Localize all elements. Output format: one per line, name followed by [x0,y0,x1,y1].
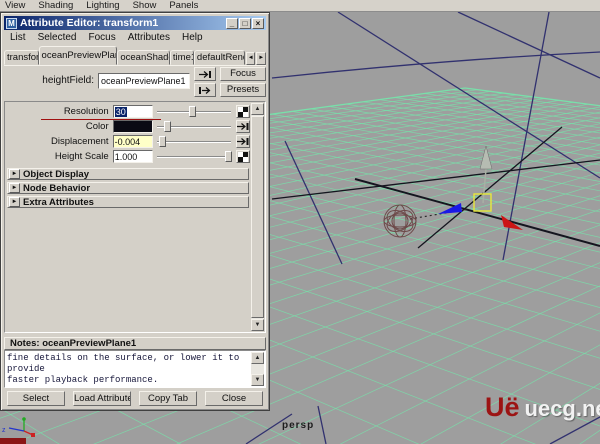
panel-menubar: View Shading Lighting Show Panels [0,0,600,12]
displacement-label: Displacement [51,136,109,147]
attribute-rows: Resolution 30 Color Displacement -0.004 [5,104,251,164]
close-tab-button[interactable]: Close [205,391,263,406]
menu-focus[interactable]: Focus [88,32,115,43]
resolution-field[interactable]: 30 [112,105,153,118]
section-object-display[interactable]: ► Object Display [7,168,249,180]
resolution-slider-handle[interactable] [188,106,196,117]
color-row: Color [5,119,251,134]
menu-show[interactable]: Show [133,0,157,11]
displacement-field[interactable]: -0.004 [112,135,153,148]
window-title: Attribute Editor: transform1 [20,17,159,29]
height-scale-field[interactable]: 1.000 [112,150,153,163]
menu-list[interactable]: List [10,32,26,43]
section-node-behavior[interactable]: ► Node Behavior [7,182,249,194]
window-icon: M [6,17,17,29]
menu-view[interactable]: View [5,0,25,11]
section-extra-attributes[interactable]: ► Extra Attributes [7,196,249,208]
minimize-button[interactable]: _ [226,17,238,29]
menu-lighting[interactable]: Lighting [86,0,119,11]
ae-menubar: List Selected Focus Attributes Help [4,31,266,44]
displacement-slider-handle[interactable] [158,136,166,147]
focus-button[interactable]: Focus [220,67,266,81]
arrow-out-icon [199,86,211,94]
resolution-row: Resolution 30 [5,104,250,120]
height-scale-slider-handle[interactable] [225,151,233,162]
attributes-scrollbar[interactable]: ▲ ▼ [251,103,264,331]
notes-scrollbar[interactable]: ▲ ▼ [251,352,264,386]
tab-oceanshader1[interactable]: oceanShader1 [117,50,170,65]
maximize-button[interactable]: □ [239,17,251,29]
show-input-connection-button[interactable] [194,67,216,81]
color-slider-handle[interactable] [164,121,172,132]
expand-arrow-icon[interactable]: ► [9,197,20,207]
watermark-logo: Uë [485,392,520,422]
attribute-editor-window: M Attribute Editor: transform1 _ □ × Lis… [0,12,270,411]
menu-panels[interactable]: Panels [169,0,198,11]
heightfield-block: heightField: oceanPreviewPlane1 Focus Pr… [4,65,266,99]
copy-tab-button[interactable]: Copy Tab [139,391,197,406]
scroll-down-icon[interactable]: ▼ [251,319,264,331]
displacement-row: Displacement -0.004 [5,134,250,149]
tab-time1[interactable]: time1 [169,50,194,65]
height-scale-map-button[interactable] [236,150,250,163]
tab-transform1[interactable]: transform1 [4,50,39,65]
color-connection-button[interactable] [236,120,251,133]
tab-scroll-left-icon[interactable]: ◄ [245,52,256,65]
displacement-slider[interactable] [156,135,231,148]
scroll-up-icon[interactable]: ▲ [251,352,264,364]
resolution-label: Resolution [63,106,109,117]
checker-map-icon [238,151,249,162]
close-button[interactable]: × [252,17,264,29]
scrollbar-thumb[interactable] [251,116,264,318]
heightfield-input[interactable]: oceanPreviewPlane1 [98,73,190,89]
resolution-map-button[interactable] [236,105,250,118]
color-label: Color [85,121,109,132]
range-bar-fragment [0,438,26,444]
notes-box: fine details on the surface, or lower it… [4,350,266,388]
menu-selected[interactable]: Selected [38,32,77,43]
resolution-value: 30 [114,107,127,117]
watermark: Uëuecg.net [485,392,600,423]
notes-text[interactable]: fine details on the surface, or lower it… [7,353,249,385]
collapsed-sections: ► Object Display ► Node Behavior ► Extra… [7,166,249,208]
select-button[interactable]: Select [7,391,65,406]
scroll-up-icon[interactable]: ▲ [251,103,264,115]
notes-header: Notes: oceanPreviewPlane1 [4,337,266,350]
watermark-site: uecg.net [524,396,600,421]
tab-row: transform1 oceanPreviewPlane1 oceanShade… [4,46,266,65]
color-slider[interactable] [156,120,232,133]
heightfield-label: heightField: [42,75,94,86]
menu-shading[interactable]: Shading [38,0,73,11]
tab-defaultrenderu[interactable]: defaultRenderU [193,50,245,65]
color-swatch[interactable] [112,120,153,133]
presets-button[interactable]: Presets [220,83,266,97]
height-scale-label: Height Scale [54,151,109,162]
height-scale-slider[interactable] [156,150,233,163]
tab-oceanpreviewplane1[interactable]: oceanPreviewPlane1 [38,46,118,65]
svg-text:z: z [2,427,6,434]
attributes-scrollarea: Resolution 30 Color Displacement -0.004 [4,101,266,333]
tab-scroll-right-icon[interactable]: ► [256,52,266,65]
camera-name-label: persp [282,420,315,431]
show-output-connection-button[interactable] [194,83,216,97]
resolution-slider[interactable] [156,105,232,118]
checker-map-icon [238,106,249,117]
displacement-connection-button[interactable] [236,135,250,148]
height-scale-row: Height Scale 1.000 [5,149,250,164]
footer-buttons: Select Load Attributes Copy Tab Close [7,391,263,406]
menu-attributes[interactable]: Attributes [128,32,170,43]
menu-help[interactable]: Help [182,32,203,43]
titlebar[interactable]: M Attribute Editor: transform1 _ □ × [4,16,266,30]
arrow-in-icon [237,138,249,145]
load-attributes-button[interactable]: Load Attributes [73,391,131,406]
arrow-in-icon [199,70,211,78]
scroll-down-icon[interactable]: ▼ [251,374,264,386]
arrow-in-icon [237,123,249,130]
expand-arrow-icon[interactable]: ► [9,183,20,193]
expand-arrow-icon[interactable]: ► [9,169,20,179]
